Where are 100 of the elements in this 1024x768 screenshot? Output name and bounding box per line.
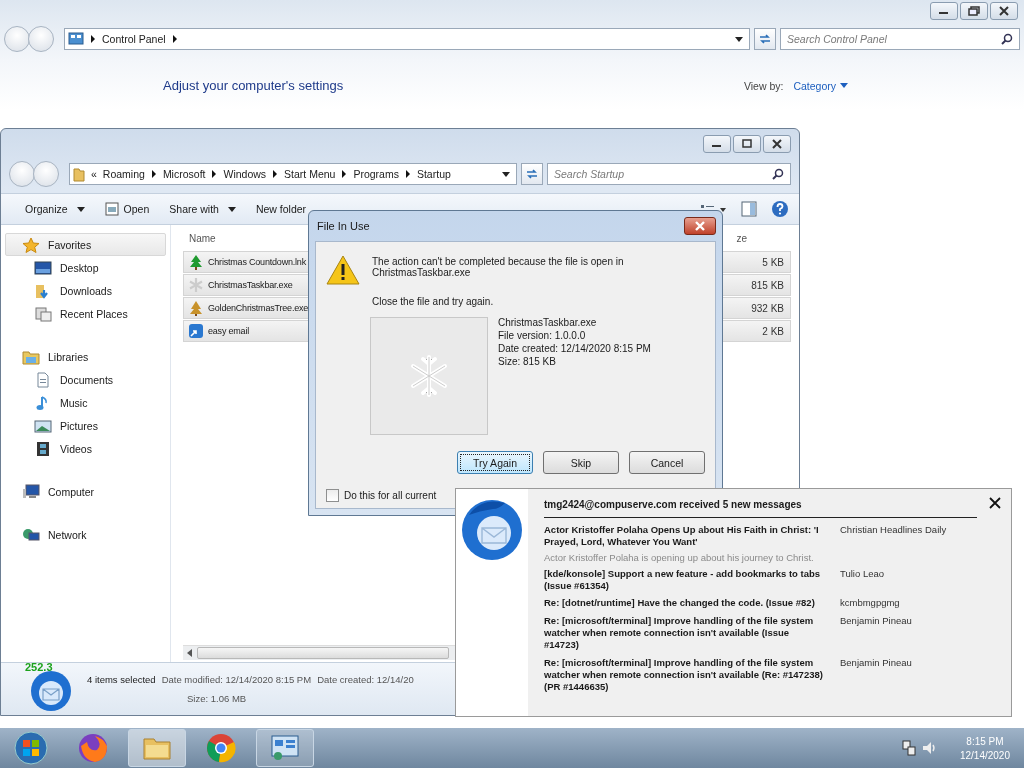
close-button[interactable] [684,217,716,235]
dialog-instruction: Close the file and try again. [372,296,495,307]
close-button[interactable] [763,135,791,153]
refresh-icon [525,168,539,180]
search-field[interactable]: Search Control Panel [780,28,1020,50]
sidebar-item[interactable]: Computer [5,480,166,503]
column-header[interactable]: Name [187,232,216,244]
sidebar-item[interactable]: Libraries [5,345,166,368]
message-subject[interactable]: Actor Kristoffer Polaha Opens Up about His Faith in Christ: 'I Prayed, Lord, Whatever You Want' [544,524,826,549]
shortcut-icon [188,323,204,339]
control-panel-icon [68,32,84,46]
sidebar-item[interactable]: Documents [5,368,166,391]
file-size: 2 KB [762,325,785,337]
refresh-icon [758,33,772,45]
close-button[interactable] [990,2,1018,20]
page-heading: Adjust your computer's settings [163,78,344,93]
minimize-button[interactable] [703,135,731,153]
search-field[interactable]: Search Startup [547,163,791,185]
breadcrumb-item[interactable]: Windows [223,168,267,180]
preview-pane-button[interactable] [739,199,759,219]
sidebar-item[interactable]: Desktop [5,256,166,279]
toolbar-button[interactable]: Organize [21,200,89,218]
refresh-button[interactable] [521,163,543,185]
breadcrumb-item[interactable]: Microsoft [162,168,206,180]
breadcrumb-item[interactable]: Startup [416,168,451,180]
forward-button[interactable] [33,161,59,187]
forward-button[interactable] [28,26,54,52]
sidebar-item[interactable]: Recent Places [5,302,166,325]
dialog-message: The action can't be completed because the file is open in ChristmasTaskbar.exe [372,256,625,278]
total-size: Size: 1.06 MB [186,693,248,704]
file-detail: Date created: 12/14/2020 8:15 PM [498,343,651,354]
sidebar-item[interactable]: Music [5,391,166,414]
dialog-button[interactable]: Skip [543,451,619,474]
network-icon [901,740,916,756]
toolbar-button[interactable]: Open [100,199,154,219]
recent-icon [34,305,52,322]
maximize-button[interactable] [733,135,761,153]
address-bar[interactable]: « Roaming Microsoft Windows Start Menu Programs Startup [69,163,517,185]
view-by-dropdown[interactable]: Category [793,79,848,92]
minimize-button[interactable] [930,2,958,20]
folder-icon [73,166,85,182]
caret-icon [502,171,510,177]
message-preview: Actor Kristoffer Polaha is opening up about his journey to Christ. [544,551,815,563]
sidebar-item[interactable]: Network [5,523,166,546]
chevron-icon [272,170,279,178]
toolbar-button[interactable]: Share with [165,200,240,218]
sidebar-item[interactable]: Pictures [5,414,166,437]
dialog-button[interactable]: Try Again [457,451,533,474]
back-button[interactable] [9,161,35,187]
file-name: Christmas Countdown.lnk [208,257,306,267]
taskbar-button[interactable] [128,729,186,767]
caret-icon [76,206,85,212]
file-size: 932 KB [751,302,785,314]
notification-title: tmg2424@compuserve.com received 5 new messages [544,498,802,510]
message-subject[interactable]: Re: [microsoft/terminal] Improve handling of the file system watcher when remote connection isn't available (Issue #14723) [544,614,826,652]
search-icon [1001,33,1013,45]
breadcrumb-item[interactable]: Programs [353,168,399,180]
network-icon [22,526,40,543]
file-detail: ChristmasTaskbar.exe [498,317,598,328]
message-sender: Benjamin Pineau [840,614,912,628]
taskbar-button[interactable] [256,729,314,767]
close-icon [998,6,1010,16]
chevron-icon [90,35,96,43]
chevron-icon [341,170,348,178]
warning-icon [326,254,360,286]
snowflake-icon [188,277,204,293]
sidebar-item[interactable]: Favorites [5,233,166,256]
overflow-chevron[interactable]: « [91,168,97,180]
column-header[interactable]: ze [734,232,787,244]
dialog-button[interactable]: Cancel [629,451,705,474]
refresh-button[interactable] [754,28,776,50]
restore-button[interactable] [960,2,988,20]
close-icon [989,497,1001,509]
file-name: ChristmasTaskbar.exe [208,280,293,290]
breadcrumb-item[interactable]: Control Panel [102,33,166,45]
sidebar-item[interactable]: Downloads [5,279,166,302]
toolbar-button[interactable]: New folder [251,200,311,218]
file-size: 815 KB [751,279,785,291]
desktop-icon [34,259,52,276]
checkbox[interactable] [326,489,339,502]
maximize-icon [741,139,753,149]
message-subject[interactable]: Re: [microsoft/terminal] Improve handling of the file system watcher when remote connection isn't available (Re: #147238) (PR #1446635) [544,656,826,694]
message-subject[interactable]: Re: [dotnet/runtime] Have the changed the code. (Issue #82) [544,597,826,610]
date-modified: Date modified: 12/14/2020 8:15 PM [161,674,312,685]
file-size: 5 KB [762,256,785,268]
file-name: GoldenChristmasTree.exe [208,303,309,313]
file-detail: File version: 1.0.0.0 [498,330,587,341]
help-button[interactable] [769,198,791,220]
selection-count: 4 items selected [87,674,156,685]
breadcrumb-item[interactable]: Start Menu [284,168,336,180]
address-bar[interactable]: Control Panel [64,28,750,50]
pictures-icon [34,417,52,434]
sidebar-item[interactable]: Videos [5,437,166,460]
caret-icon [227,206,236,212]
message-sender: Christian Headlines Daily [840,524,947,537]
breadcrumb-item[interactable]: Roaming [102,168,145,180]
back-button[interactable] [4,26,30,52]
message-subject[interactable]: [kde/konsole] Support a new feature - add bookmarks to tabs (Issue #61354) [544,567,826,593]
close-icon [771,139,783,149]
document-icon [34,371,52,388]
